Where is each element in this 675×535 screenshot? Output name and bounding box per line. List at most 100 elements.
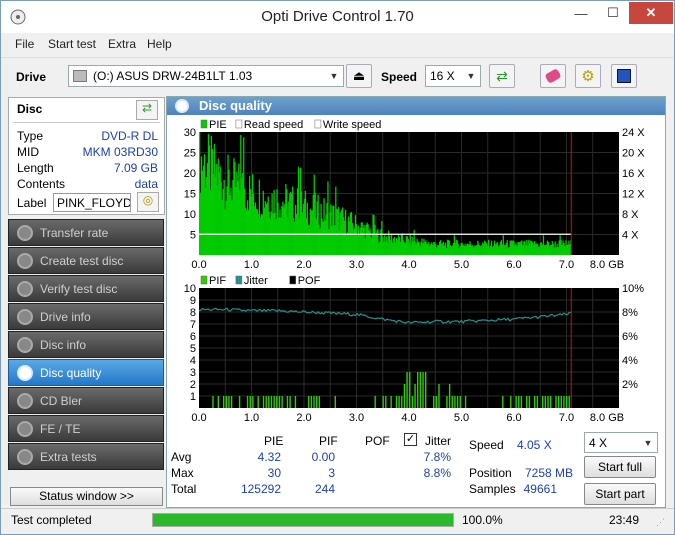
menu-bar: File Start test Extra Help [1, 34, 674, 54]
sidebar-item-label: Disc info [40, 337, 87, 352]
jitter-checkbox[interactable]: ✓ [404, 433, 417, 446]
progress-bar [152, 513, 454, 527]
settings-button[interactable]: ⚙ [575, 64, 601, 88]
disc-icon [17, 393, 33, 409]
pif-bar [313, 396, 315, 408]
pif-bar [395, 396, 398, 408]
minimize-button[interactable]: — [566, 2, 596, 24]
x-tick-label: 0.0 [191, 259, 206, 269]
drive-select[interactable]: (O:) ASUS DRW-24B1LT 1.03 ▼ [68, 65, 344, 87]
maximize-button[interactable]: ☐ [598, 2, 628, 24]
pif-bar [268, 396, 270, 408]
pif-bar [390, 396, 392, 408]
status-time: 23:49 [609, 513, 640, 527]
eject-button[interactable]: ⏏ [346, 64, 372, 88]
pif-bar [217, 396, 220, 408]
main-panel: Disc quality PIE Read speed Write speed 0.0… [166, 96, 666, 508]
y-tick-label: 1 [190, 391, 196, 403]
legend-swatch [289, 275, 296, 285]
pif-bar [502, 396, 504, 408]
pif-bar [454, 396, 456, 408]
test-speed-select[interactable]: 4 X ▼ [584, 432, 658, 453]
disc-refresh-button[interactable]: ⇄ [136, 100, 158, 120]
disc-length-value: 7.09 GB [113, 161, 158, 175]
y-tick-label-right: 24 X [622, 127, 645, 139]
status-window-button[interactable]: Status window >> [10, 487, 163, 506]
sidebar-item-label: Drive info [40, 309, 91, 324]
sidebar-item-disc-info[interactable]: Disc info [8, 331, 164, 358]
toolbar: Drive (O:) ASUS DRW-24B1LT 1.03 ▼ Speed … [1, 57, 674, 95]
x-tick-label: 5.0 [454, 412, 469, 421]
close-button[interactable]: ✕ [629, 2, 673, 24]
start-part-button[interactable]: Start part [584, 483, 656, 505]
pif-bar [385, 396, 387, 408]
title-bar: Opti Drive Control 1.70 — ☐ ✕ [1, 1, 674, 33]
menu-start-test[interactable]: Start test [48, 37, 96, 51]
sidebar-item-fe-te[interactable]: FE / TE [8, 415, 164, 442]
pif-bar [262, 396, 265, 408]
pif-bar [518, 396, 520, 408]
pif-bar [401, 396, 403, 408]
disc-icon [17, 337, 33, 353]
x-tick-label: 1.0 [244, 259, 259, 269]
disc-label-button[interactable]: ◎ [137, 192, 159, 212]
legend-label: Read speed [244, 119, 303, 131]
sidebar-item-create-test-disc[interactable]: Create test disc [8, 247, 164, 274]
save-button[interactable] [611, 64, 637, 88]
stats-max-label: Max [171, 466, 194, 480]
menu-file[interactable]: File [15, 37, 34, 51]
drive-label: Drive [16, 70, 47, 84]
x-tick-label: 5.0 [454, 259, 469, 269]
stats-avg-jitter: 7.8% [423, 450, 451, 464]
pif-bar [270, 396, 273, 408]
info-speed-value: 4.05 X [517, 438, 552, 452]
menu-help[interactable]: Help [147, 37, 172, 51]
pif-bar [438, 384, 440, 408]
disc-icon [17, 449, 33, 465]
refresh-speed-button[interactable]: ⇄ [489, 64, 515, 88]
sidebar-item-transfer-rate[interactable]: Transfer rate [8, 219, 164, 246]
pif-bar [276, 396, 278, 408]
sidebar-item-verify-test-disc[interactable]: Verify test disc [8, 275, 164, 302]
speed-select-value: 16 X [430, 69, 455, 83]
y-tick-label: 9 [190, 295, 196, 307]
pif-bar [308, 396, 310, 408]
y-tick-label: 7 [190, 319, 196, 331]
x-tick-label: 7.0 [559, 412, 574, 421]
y-tick-label: 2 [190, 379, 196, 391]
pif-bar [568, 396, 570, 408]
sidebar-item-drive-info[interactable]: Drive info [8, 303, 164, 330]
sidebar-item-disc-quality[interactable]: Disc quality [8, 359, 164, 386]
chevron-down-icon: ▼ [329, 71, 339, 81]
pif-bar [334, 396, 336, 408]
legend-swatch [314, 119, 322, 129]
pif-bar [230, 396, 233, 408]
pif-bar [414, 384, 416, 408]
menu-extra[interactable]: Extra [108, 37, 136, 51]
x-tick-label: 1.0 [244, 412, 259, 421]
start-full-button[interactable]: Start full [584, 456, 656, 478]
disc-label-input[interactable]: PINK_FLOYD_D [53, 193, 131, 212]
y-tick-label: 10 [184, 283, 196, 295]
disc-icon [17, 365, 33, 381]
y-tick-label-right: 4% [622, 355, 638, 367]
pif-bar [528, 396, 531, 408]
x-tick-label: 6.0 [506, 412, 521, 421]
sidebar-item-extra-tests[interactable]: Extra tests [8, 443, 164, 470]
y-tick-label: 30 [184, 127, 196, 139]
panel-header: Disc quality [167, 97, 665, 115]
y-tick-label: 5 [190, 230, 196, 242]
pif-bar [398, 396, 400, 408]
pif-bar [432, 396, 435, 408]
y-tick-label-right: 12 X [622, 189, 645, 201]
pif-bar [318, 396, 321, 408]
speed-select[interactable]: 16 X ▼ [425, 65, 481, 87]
x-tick-label: 4.0 [401, 259, 416, 269]
pif-bar [294, 396, 297, 408]
sidebar-item-cd-bler[interactable]: CD Bler [8, 387, 164, 414]
resize-grip-icon[interactable]: ⋰ [656, 517, 666, 527]
pif-bar [459, 396, 461, 408]
pif-bar [246, 396, 249, 408]
disc-label-label: Label [17, 196, 47, 210]
erase-button[interactable] [540, 64, 566, 88]
